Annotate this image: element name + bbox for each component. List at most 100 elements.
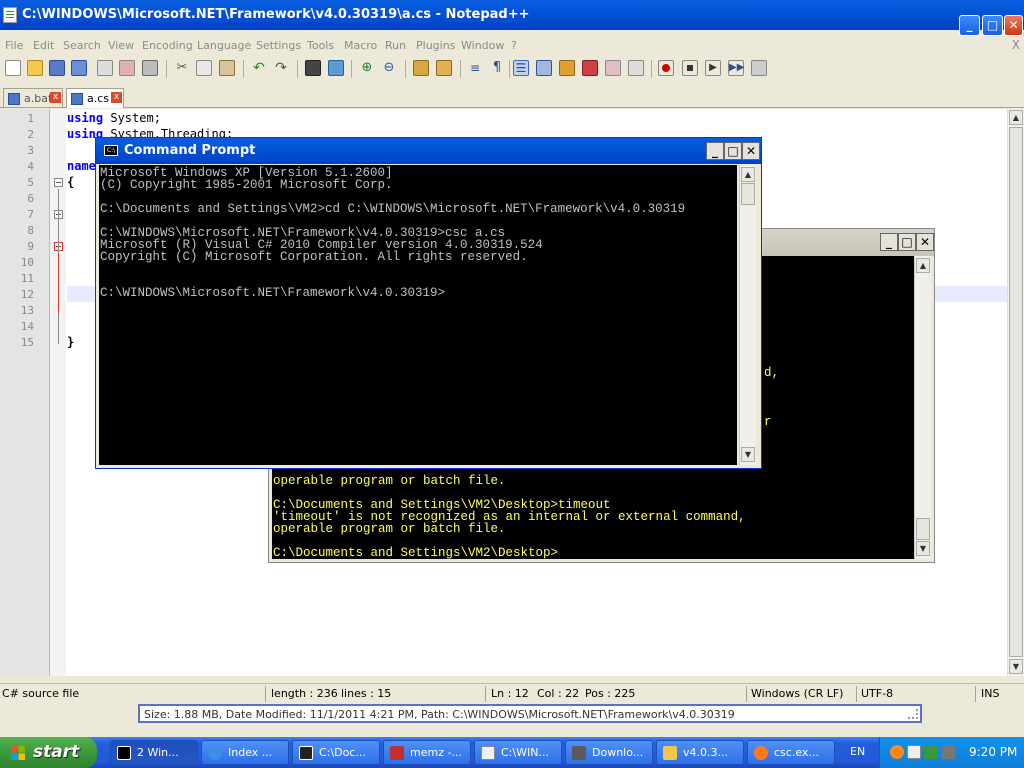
status-lines: lines : 15 [341,687,392,700]
menu-encoding[interactable]: Encoding [142,39,193,52]
menu-help[interactable]: ? [511,39,517,52]
menu-view[interactable]: View [108,39,134,52]
menu-run[interactable]: Run [385,39,406,52]
line-number: 10 [20,256,34,269]
line-number: 9 [27,240,34,253]
tab-a-cs[interactable]: a.cs x [66,88,124,108]
menu-search[interactable]: Search [63,39,101,52]
sync-vertical-icon[interactable] [413,60,429,76]
task-button-download[interactable]: Downlo... [565,740,653,765]
close-button[interactable]: ✕ [742,142,760,160]
editor-scrollbar[interactable]: ▲ ▼ [1007,109,1024,676]
resize-grip-icon[interactable] [908,709,918,719]
copy-icon[interactable] [196,60,212,76]
menu-window[interactable]: Window [461,39,504,52]
zoom-out-icon[interactable]: ⊖ [381,60,397,76]
tab-close-icon[interactable]: x [111,92,122,103]
open-file-icon[interactable] [27,60,43,76]
notepadpp-titlebar[interactable]: C:\WINDOWS\Microsoft.NET\Framework\v4.0.… [0,0,1024,36]
find-icon[interactable] [305,60,321,76]
menu-tools[interactable]: Tools [307,39,334,52]
task-button-search[interactable]: csc.ex... [747,740,835,765]
scroll-up-icon[interactable]: ▲ [741,167,755,182]
cut-icon[interactable]: ✂ [174,60,190,76]
tab-a-bat[interactable]: a.bat x [3,88,63,108]
globe-icon[interactable] [924,745,938,759]
show-all-chars-icon[interactable]: ¶ [489,60,505,76]
paste-icon[interactable] [219,60,235,76]
task-button-notepadpp[interactable]: C:\WIN... [474,740,562,765]
line-number: 1 [27,112,34,125]
function-list-icon[interactable] [582,60,598,76]
stop-macro-icon[interactable] [682,60,698,76]
menu-macro[interactable]: Macro [344,39,377,52]
print-icon[interactable] [142,60,158,76]
save-all-icon[interactable] [71,60,87,76]
console-output[interactable]: Microsoft Windows XP [Version 5.1.2600] … [99,165,737,465]
task-button-cmd[interactable]: 2 Win... [110,740,198,765]
console-titlebar[interactable]: C:\ Command Prompt _ □ ✕ [96,138,761,164]
menu-settings[interactable]: Settings [256,39,301,52]
run-macro-multiple-icon[interactable]: ▶▶ [728,60,744,76]
console-scrollbar[interactable]: ▲ ▼ [914,256,931,559]
console-line: operable program or batch file. [273,522,506,536]
line-number: 4 [27,160,34,173]
scroll-up-icon[interactable]: ▲ [916,258,930,273]
undo-icon[interactable]: ↶ [251,60,267,76]
scroll-thumb[interactable] [916,518,930,540]
code-line: } [67,335,75,349]
toolbar: ✂ ↶ ↷ ⊕ ⊖ ≡ ¶ ☰ ▶ ▶▶ [0,58,1024,80]
close-file-icon[interactable] [97,60,113,76]
minimize-button[interactable]: _ [959,15,980,36]
maximize-button[interactable]: □ [898,233,916,251]
clock[interactable]: 9:20 PM [969,745,1017,759]
scroll-down-icon[interactable]: ▼ [741,447,755,462]
tab-close-icon[interactable]: x [50,92,61,103]
close-button[interactable]: ✕ [916,233,934,251]
record-macro-icon[interactable] [658,60,674,76]
replace-icon[interactable] [328,60,344,76]
minimize-button[interactable]: _ [706,142,724,160]
close-button[interactable]: ✕ [1004,15,1023,36]
zoom-in-icon[interactable]: ⊕ [359,60,375,76]
redo-icon[interactable]: ↷ [273,60,289,76]
maximize-button[interactable]: □ [982,15,1003,36]
menu-plugins[interactable]: Plugins [416,39,455,52]
indent-guide-icon[interactable]: ☰ [513,60,529,76]
scroll-down-icon[interactable]: ▼ [1009,659,1023,674]
task-button-folder[interactable]: v4.0.3... [656,740,744,765]
doc-map-icon[interactable] [559,60,575,76]
new-file-icon[interactable] [5,60,21,76]
sync-horizontal-icon[interactable] [436,60,452,76]
word-wrap-icon[interactable]: ≡ [467,60,483,76]
save-macro-icon[interactable] [751,60,767,76]
start-button[interactable]: start [0,737,97,768]
menu-edit[interactable]: Edit [33,39,54,52]
command-prompt-window[interactable]: C:\ Command Prompt _ □ ✕ Microsoft Windo… [95,137,762,469]
play-macro-icon[interactable]: ▶ [705,60,721,76]
folder-workspace-icon[interactable] [605,60,621,76]
menu-file[interactable]: File [5,39,23,52]
scroll-up-icon[interactable]: ▲ [1009,110,1023,125]
language-indicator[interactable]: EN [850,745,865,758]
minimize-button[interactable]: _ [880,233,898,251]
task-button-ie[interactable]: Index ... [201,740,289,765]
task-button-7zip[interactable]: C:\Doc... [292,740,380,765]
search-tray-icon[interactable] [890,745,904,759]
save-icon[interactable] [49,60,65,76]
menu-language[interactable]: Language [197,39,251,52]
fold-toggle-icon[interactable]: − [54,178,63,187]
document-close-icon[interactable]: X [1012,38,1020,52]
scroll-thumb[interactable] [741,183,755,205]
maximize-button[interactable]: □ [724,142,742,160]
scroll-down-icon[interactable]: ▼ [916,541,930,556]
volume-icon[interactable] [941,745,955,759]
network-icon[interactable] [907,745,921,759]
monitoring-icon[interactable] [628,60,644,76]
language-icon[interactable] [536,60,552,76]
task-button-memz[interactable]: memz -... [383,740,471,765]
close-all-icon[interactable] [119,60,135,76]
file-info-bar: Size: 1.88 MB, Date Modified: 11/1/2011 … [138,704,922,723]
scroll-thumb[interactable] [1009,127,1023,657]
console-scrollbar[interactable]: ▲ ▼ [739,165,756,465]
